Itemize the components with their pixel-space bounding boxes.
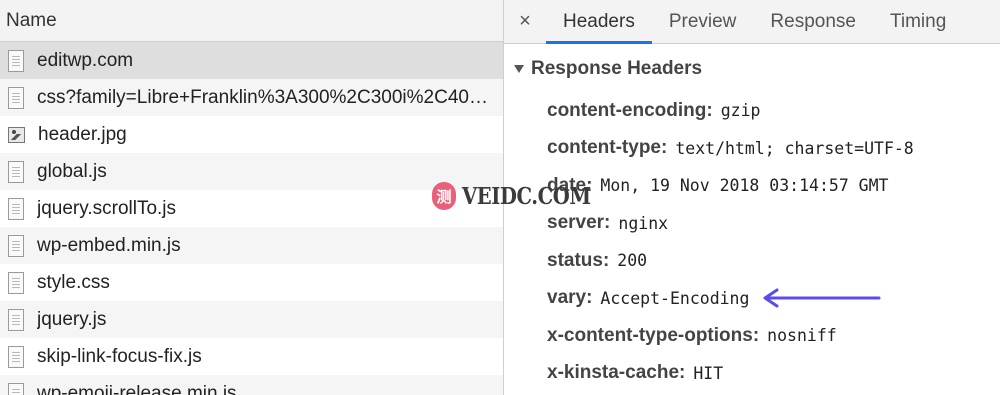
document-icon [8,234,24,257]
header-value: Accept-Encoding [600,288,750,308]
response-header-list: content-encoding: gzip content-type: text/h… [504,92,1000,392]
header-key: content-type: [547,137,668,159]
request-name: editwp.com [37,49,134,71]
request-row[interactable]: jquery.js [0,301,503,338]
header-key: vary: [547,287,593,309]
header-key: x-kinsta-cache: [547,362,686,384]
close-icon[interactable]: × [504,0,546,43]
header-value: 200 [617,251,648,271]
header-key: content-encoding: [547,99,713,121]
image-icon [8,126,25,143]
request-details-pane: × Headers Preview Response Timing Respon… [504,0,1000,395]
name-column-label: Name [6,9,57,31]
request-row[interactable]: jquery.scrollTo.js [0,190,503,227]
tab-timing[interactable]: Timing [873,0,963,43]
request-name: global.js [37,160,107,182]
response-headers-section-toggle[interactable]: Response Headers [504,56,1000,82]
request-name: style.css [37,271,110,293]
header-key: status: [547,249,610,271]
section-title: Response Headers [531,58,703,79]
header-value: nginx [618,213,669,233]
header-row: x-kinsta-cache: HIT [504,355,1000,393]
header-row: server: nginx [504,205,1000,243]
header-value: nosniff [767,326,837,346]
header-key: date: [547,174,593,196]
arrow-left-icon [763,288,881,308]
header-row: x-content-type-options: nosniff [504,317,1000,355]
request-row[interactable]: wp-embed.min.js [0,227,503,264]
tab-preview[interactable]: Preview [652,0,754,43]
header-value: HIT [693,363,724,383]
name-column-header[interactable]: Name [0,0,503,42]
document-icon [8,86,24,109]
request-list-pane: Name editwp.com css?family=Libre+Franklin… [0,0,504,395]
request-list: editwp.com css?family=Libre+Franklin%3A30… [0,42,503,395]
request-row[interactable]: editwp.com [0,42,503,79]
request-row[interactable]: global.js [0,153,503,190]
request-row[interactable]: skip-link-focus-fix.js [0,338,503,375]
header-value: text/html; charset=UTF-8 [675,138,914,158]
request-name: wp-embed.min.js [37,234,181,256]
tab-response[interactable]: Response [753,0,873,43]
header-row: vary: Accept-Encoding [504,280,1000,318]
header-row: status: 200 [504,242,1000,280]
document-icon [8,345,24,368]
header-value: gzip [720,101,761,121]
triangle-down-icon [514,65,524,73]
document-icon [8,382,24,395]
request-row[interactable]: wp-emoji-release.min.js [0,375,503,395]
document-icon [8,308,24,331]
header-row: content-type: text/html; charset=UTF-8 [504,130,1000,168]
header-key: x-content-type-options: [547,324,760,346]
request-row[interactable]: style.css [0,264,503,301]
devtools-network-panel: Name editwp.com css?family=Libre+Franklin… [0,0,1000,395]
document-icon [8,160,24,183]
header-row: date: Mon, 19 Nov 2018 03:14:57 GMT [504,167,1000,205]
details-tabbar: × Headers Preview Response Timing [504,0,1000,44]
request-name: jquery.js [37,308,107,330]
header-key: server: [547,212,611,234]
request-name: skip-link-focus-fix.js [37,345,202,367]
header-value: Mon, 19 Nov 2018 03:14:57 GMT [600,176,889,196]
request-name: wp-emoji-release.min.js [37,382,237,395]
request-name: jquery.scrollTo.js [37,197,177,219]
request-row[interactable]: header.jpg [0,116,503,153]
document-icon [8,197,24,220]
tab-headers[interactable]: Headers [546,0,652,44]
header-row: content-encoding: gzip [504,92,1000,130]
document-icon [8,49,24,72]
request-row[interactable]: css?family=Libre+Franklin%3A300%2C300i%2… [0,79,503,116]
request-name: css?family=Libre+Franklin%3A300%2C300i%2… [37,86,492,108]
document-icon [8,271,24,294]
request-name: header.jpg [38,123,127,145]
